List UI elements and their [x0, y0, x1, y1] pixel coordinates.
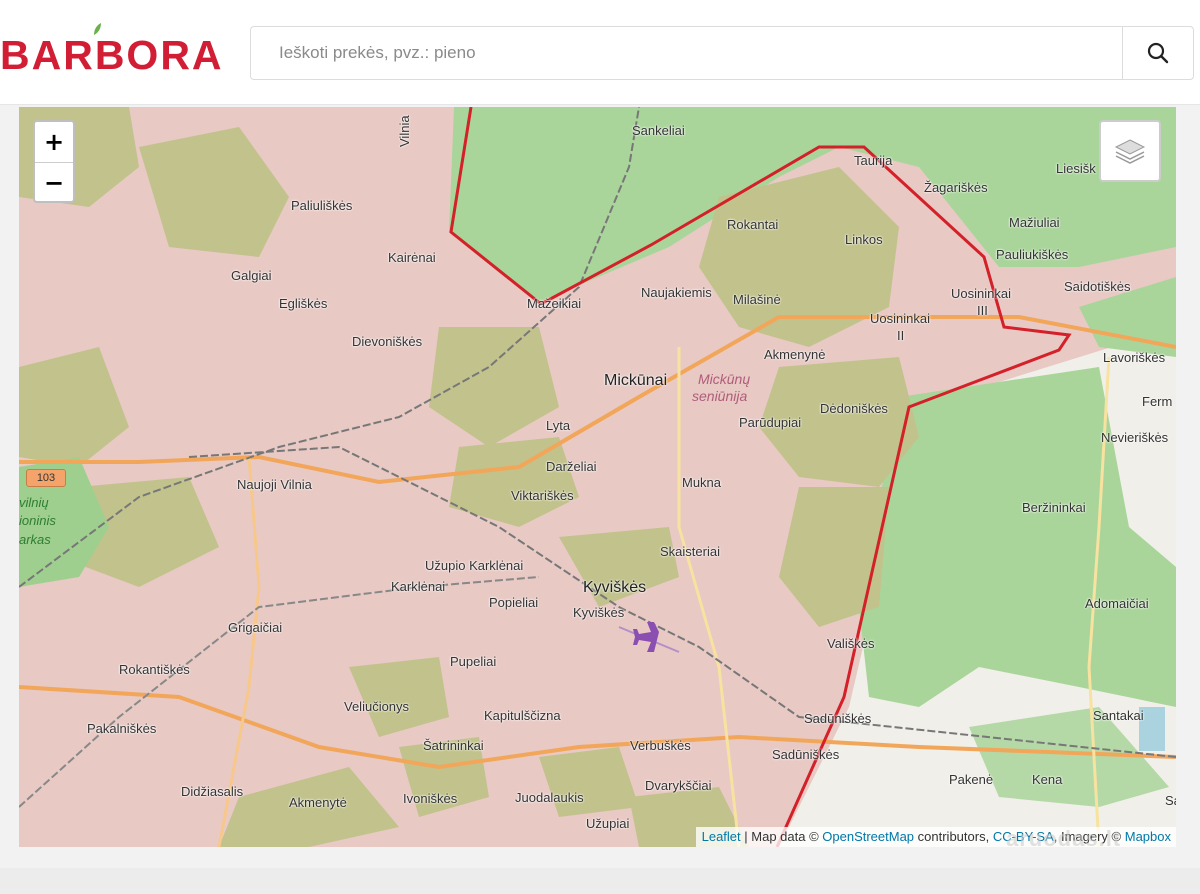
leaf-icon	[94, 23, 101, 35]
place-label: Lyta	[546, 418, 571, 433]
place-label-town: Mickūnai	[604, 372, 668, 389]
place-label: Parūdupiai	[739, 415, 802, 430]
place-label: Ferm	[1142, 394, 1173, 409]
place-label: Kena	[1032, 772, 1063, 787]
place-label: Adomaičiai	[1085, 596, 1149, 611]
place-label: Užupio Karklėnai	[425, 558, 524, 573]
place-label: Saidotiškės	[1064, 279, 1131, 294]
place-label: Skaisteriai	[660, 544, 720, 559]
place-label: Verbuškės	[630, 738, 691, 753]
place-label: Linkos	[845, 232, 883, 247]
place-label: Sadūniškės	[804, 711, 872, 726]
park-label: vilnių	[19, 495, 49, 510]
place-label: Mukna	[682, 475, 722, 490]
logo-text: BARBORA	[0, 32, 224, 78]
place-label: Taurija	[854, 153, 893, 168]
place-label: Viktariškės	[511, 488, 574, 503]
area-label: seniūnija	[692, 388, 748, 404]
place-label: Egliškės	[279, 296, 328, 311]
place-label: Juodalaukis	[515, 790, 584, 805]
place-label: Uosininkai	[951, 286, 1011, 301]
place-label: Galgiai	[231, 268, 272, 283]
watermark: aruodas.lt	[1006, 826, 1122, 851]
place-label: Dievoniškės	[352, 334, 423, 349]
place-label: Dėdoniškės	[820, 401, 888, 416]
place-label: Dvarykščiai	[645, 778, 712, 793]
place-label: Kairėnai	[388, 250, 436, 265]
place-label: Mažiuliai	[1009, 215, 1060, 230]
attribution-text: | Map data ©	[740, 829, 823, 844]
place-label: Rokantiškės	[119, 662, 190, 677]
place-label: Popieliai	[489, 595, 539, 610]
place-label: Rokantai	[727, 217, 779, 232]
place-label: Veliučionys	[344, 699, 410, 714]
place-label: Beržininkai	[1022, 500, 1086, 515]
search-input[interactable]	[251, 27, 1123, 79]
place-label: Užupiai	[586, 816, 630, 831]
place-label: Sankeliai	[632, 123, 685, 138]
place-label: Uosininkai	[870, 311, 930, 326]
place-label: Paliuliškės	[291, 198, 353, 213]
leaflet-link[interactable]: Leaflet	[702, 829, 741, 844]
place-label: Sadūniškės	[772, 747, 840, 762]
place-label: Grigaičiai	[228, 620, 283, 635]
place-label: II	[897, 328, 905, 343]
place-label: Akmenytė	[289, 795, 347, 810]
place-label: Lavoriškės	[1103, 350, 1166, 365]
place-label: Pakalniškės	[87, 721, 157, 736]
river-label: Vilnia	[397, 115, 412, 147]
place-label: Darželiai	[546, 459, 597, 474]
place-label: Žagariškės	[924, 180, 988, 195]
mapbox-link[interactable]: Mapbox	[1125, 829, 1171, 844]
place-label: Mažeikiai	[527, 296, 582, 311]
barbora-logo[interactable]: BARBORA	[0, 30, 224, 80]
place-label: III	[977, 303, 988, 318]
place-label: Kyviškės	[573, 605, 625, 620]
road-number-badge: 103	[26, 469, 66, 487]
park-label: arkas	[19, 532, 51, 547]
place-label: Pakenė	[949, 772, 994, 787]
footer-strip	[0, 868, 1200, 894]
area-label: Mickūnų	[698, 371, 751, 387]
place-label: Sa	[1165, 793, 1176, 808]
zoom-out-button[interactable]: −	[35, 163, 73, 203]
place-label: Naujakiemis	[641, 285, 712, 300]
site-header: BARBORA	[0, 0, 1200, 105]
map-view[interactable]: Sankeliai Taurija Žagariškės Liesišk Maž…	[19, 107, 1176, 847]
search-bar	[250, 26, 1194, 80]
zoom-in-button[interactable]: +	[35, 122, 73, 163]
place-label: Karklėnai	[391, 579, 446, 594]
search-icon	[1147, 42, 1169, 64]
place-label: Ivoniškės	[403, 791, 458, 806]
place-label: Vališkės	[827, 636, 875, 651]
layers-button[interactable]	[1099, 120, 1161, 182]
place-label: Santakai	[1093, 708, 1144, 723]
zoom-control: + −	[33, 120, 75, 203]
place-label: Pauliukiškės	[996, 247, 1069, 262]
place-label: Akmenynė	[764, 347, 826, 362]
place-label-town: Kyviškės	[583, 579, 647, 596]
place-label: Kapitulščizna	[484, 708, 561, 723]
search-button[interactable]	[1122, 27, 1193, 79]
place-label: Naujoji Vilnia	[237, 477, 312, 492]
attribution-text: contributors,	[914, 829, 993, 844]
place-label: Pupeliai	[450, 654, 497, 669]
place-label: Šatrininkai	[423, 738, 484, 753]
place-label: Nevieriškės	[1101, 430, 1169, 445]
place-label: Milašinė	[733, 292, 781, 307]
place-label: Liesišk	[1056, 161, 1096, 176]
layers-icon	[1114, 139, 1146, 164]
place-label: Didžiasalis	[181, 784, 244, 799]
park-label: ioninis	[19, 513, 56, 528]
osm-link[interactable]: OpenStreetMap	[822, 829, 914, 844]
map-tiles	[19, 107, 1176, 847]
